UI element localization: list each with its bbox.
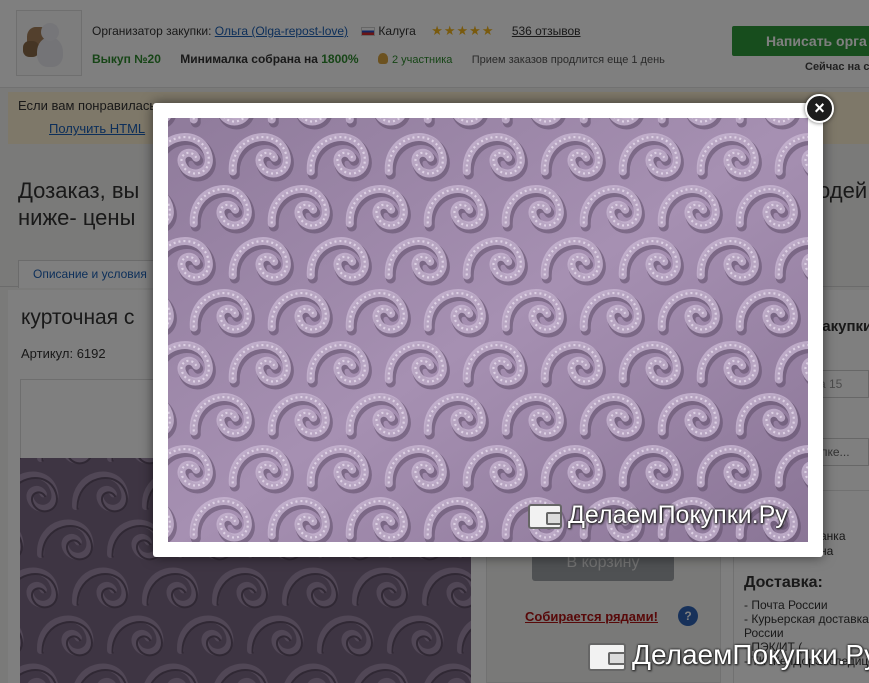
image-lightbox <box>153 103 823 557</box>
lightbox-watermark: ДелаемПокупки.Ру <box>528 500 788 530</box>
close-lightbox-button[interactable]: × <box>805 94 834 123</box>
close-icon: × <box>814 98 825 118</box>
page-watermark-text: ДелаемПокупки.Ру <box>632 639 869 670</box>
lightbox-watermark-text: ДелаемПокупки.Ру <box>568 501 788 529</box>
wallet-icon <box>528 503 562 529</box>
wallet-icon <box>588 642 626 671</box>
lightbox-image[interactable] <box>168 118 808 542</box>
page-watermark: ДелаемПокупки.Ру <box>588 638 869 672</box>
quilted-fabric-image <box>168 118 808 542</box>
